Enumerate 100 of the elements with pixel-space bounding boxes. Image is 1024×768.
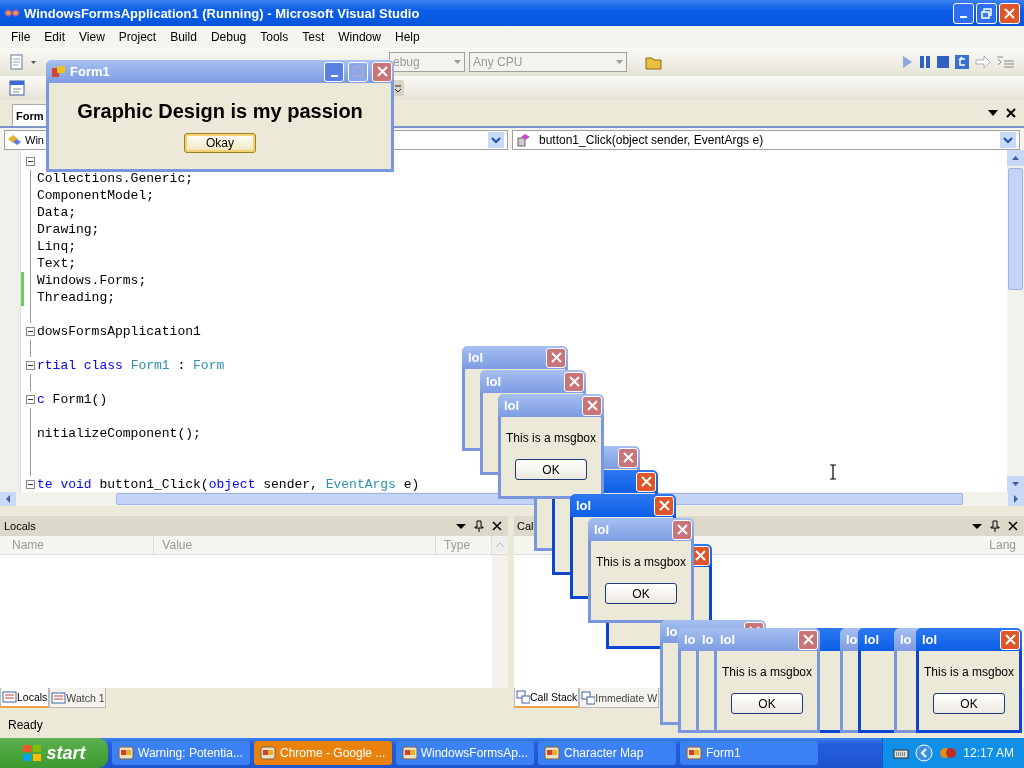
restart-icon[interactable]: [954, 54, 970, 70]
vertical-scrollbar[interactable]: [1007, 150, 1024, 492]
window-title: lol: [922, 632, 938, 647]
close-icon: [1004, 7, 1015, 19]
menu-item[interactable]: Build: [163, 30, 204, 44]
panel-tab[interactable]: Call Stack: [514, 688, 580, 708]
message-text: This is a msgbox: [722, 665, 812, 679]
collapse-toggle[interactable]: [26, 395, 35, 404]
menu-item[interactable]: Help: [387, 30, 427, 44]
folder-icon[interactable]: [645, 54, 663, 70]
menu-item[interactable]: Test: [295, 30, 332, 44]
maximize-icon: [352, 66, 364, 77]
scroll-right-icon[interactable]: [1008, 492, 1024, 506]
close-icon: [376, 66, 388, 77]
list-window-icon: [2, 690, 17, 704]
dropdown-icon[interactable]: [972, 522, 982, 530]
stacked-windows-icon: [516, 690, 530, 704]
menu-item[interactable]: View: [72, 30, 112, 44]
okay-button[interactable]: Okay: [184, 132, 256, 153]
panel-tab[interactable]: Watch 1: [49, 688, 107, 708]
collapse-toggle[interactable]: [26, 327, 35, 336]
close-icon: [676, 524, 688, 535]
menu-item[interactable]: File: [4, 30, 38, 44]
window-title: lol: [486, 374, 502, 389]
window-title: lo: [702, 632, 714, 647]
window-title: lol: [864, 632, 880, 647]
collapse-toggle[interactable]: [26, 361, 35, 370]
close-icon[interactable]: [1008, 521, 1018, 531]
code-line: Linq;: [37, 239, 76, 254]
member-dropdown[interactable]: button1_Click(object sender, EventArgs e): [512, 130, 1020, 150]
scroll-down-icon[interactable]: [1007, 476, 1024, 492]
chevron-left-icon[interactable]: [915, 744, 934, 762]
collapse-toggle[interactable]: [26, 480, 35, 489]
ok-button[interactable]: OK: [515, 459, 587, 480]
restore-button[interactable]: [976, 2, 997, 24]
stacked-windows-icon: [581, 690, 596, 705]
taskbar-button[interactable]: Character Map: [538, 741, 676, 765]
window-title: WindowsFormsApplication1 (Running) - Microsoft Visual Studio: [24, 5, 420, 21]
list-window-icon: [51, 690, 67, 705]
close-button[interactable]: [999, 2, 1020, 24]
window-title: lol: [594, 522, 610, 537]
close-icon: [586, 400, 598, 411]
scroll-left-icon[interactable]: [0, 492, 16, 506]
app-icon: [402, 746, 417, 760]
close-icon[interactable]: [492, 521, 502, 531]
menu-item[interactable]: Tools: [253, 30, 296, 44]
dropdown-icon[interactable]: [456, 522, 466, 530]
window-title: lol: [720, 632, 736, 647]
menu-item[interactable]: Project: [111, 30, 164, 44]
app-icon: [260, 746, 276, 760]
ok-button[interactable]: OK: [605, 583, 677, 604]
scroll-up-icon[interactable]: [1007, 150, 1024, 166]
taskbar-button[interactable]: Form1: [680, 741, 818, 765]
menu-item[interactable]: Edit: [37, 30, 73, 44]
panel-title: Locals: [4, 520, 36, 532]
pin-icon[interactable]: [990, 520, 1000, 532]
window-list-icon[interactable]: [8, 79, 26, 97]
code-line: c Form1(): [37, 392, 108, 407]
code-line: dowsFormsApplication1: [37, 324, 201, 339]
app-icon: [118, 746, 134, 760]
panel-tab[interactable]: Immediate W: [579, 688, 660, 708]
restore-icon: [981, 7, 992, 19]
pin-icon[interactable]: [474, 520, 484, 532]
taskbar-button[interactable]: WindowsFormsAp...: [396, 741, 534, 765]
pause-icon[interactable]: [918, 54, 932, 70]
code-line: nitializeComponent();: [37, 426, 201, 441]
close-button[interactable]: [654, 495, 674, 516]
window-title: lo: [684, 632, 696, 647]
minimize-icon: [960, 16, 967, 18]
panel-title: Cal: [517, 520, 534, 532]
close-icon: [622, 452, 634, 463]
text-cursor-icon: [829, 464, 837, 480]
document-tab[interactable]: Form: [12, 104, 48, 126]
taskbar-button[interactable]: Warning: Potentia...: [112, 741, 250, 765]
window-title: lol: [468, 350, 484, 365]
ok-button[interactable]: OK: [933, 693, 1005, 714]
close-icon: [1004, 634, 1016, 645]
menu-item[interactable]: Window: [331, 30, 388, 44]
stop-icon[interactable]: [936, 54, 950, 70]
close-icon[interactable]: [1006, 108, 1016, 118]
collapse-toggle[interactable]: [26, 157, 35, 166]
window-title: lol: [576, 498, 592, 513]
tab-dropdown-icon[interactable]: [988, 109, 998, 117]
vertical-scrollbar[interactable]: [492, 555, 508, 688]
ok-button[interactable]: OK: [731, 693, 803, 714]
play-icon[interactable]: [900, 54, 914, 70]
close-button[interactable]: [636, 471, 656, 492]
close-button[interactable]: [1000, 629, 1020, 650]
minimize-button[interactable]: [953, 2, 974, 24]
menu-item[interactable]: Debug: [203, 30, 254, 44]
window-title: lol: [504, 398, 520, 413]
message-text: This is a msgbox: [924, 665, 1014, 679]
step-arrow-icon[interactable]: [974, 54, 992, 70]
close-icon: [640, 476, 652, 487]
keyboard-icon[interactable]: [893, 747, 910, 759]
close-icon: [658, 500, 670, 511]
panel-tab[interactable]: Locals: [0, 688, 50, 708]
window-title: Form1: [70, 64, 110, 79]
code-line: Text;: [37, 256, 76, 271]
butterfly-icon[interactable]: [939, 746, 958, 760]
